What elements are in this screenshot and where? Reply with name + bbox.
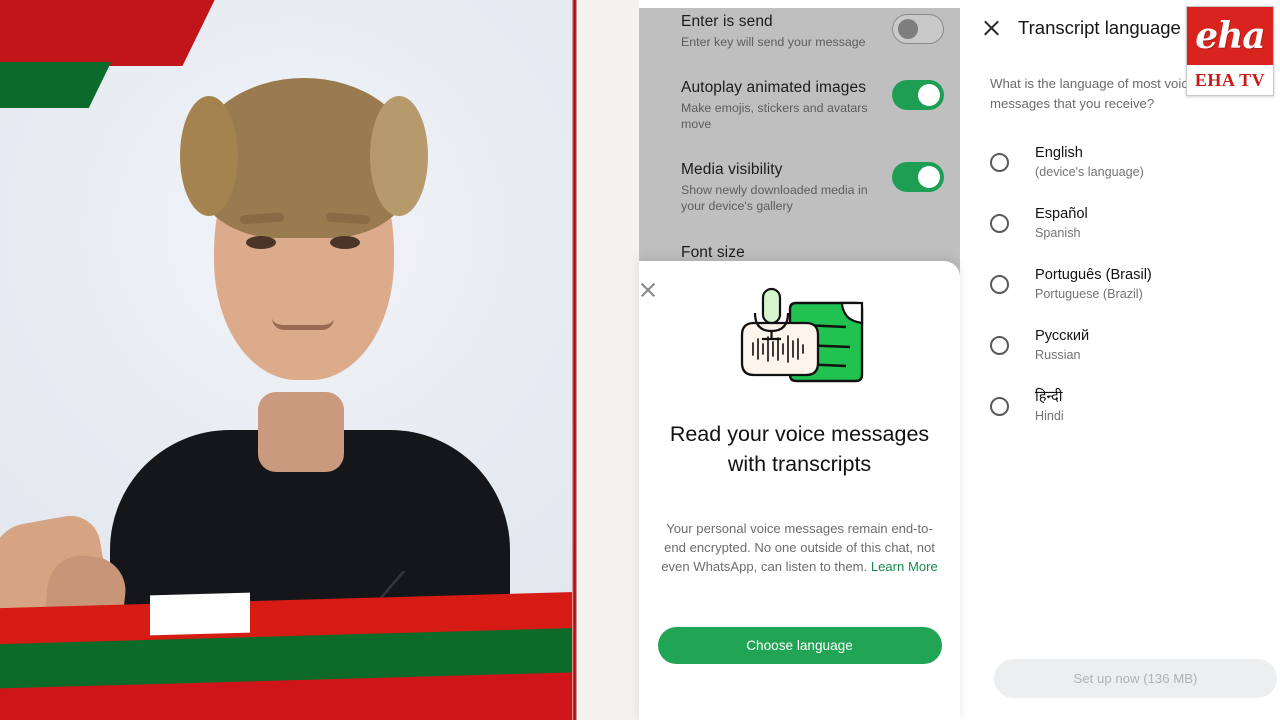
toggle-knob [898,19,918,39]
person-neck [258,392,344,472]
language-native-name: Русский [1035,328,1090,344]
radio-button[interactable] [990,214,1009,233]
news-photo: ⟋ [0,0,639,720]
person-eye-right [330,236,360,249]
set-up-now-button[interactable]: Set up now (136 MB) [994,659,1277,698]
photo-right-margin [577,0,639,720]
language-option-russian[interactable]: Русский Russian [960,315,1280,376]
learn-more-link[interactable]: Learn More [871,559,938,574]
person-eye-left [246,236,276,249]
eha-logo-word: eha [1195,15,1265,57]
language-options-list: English (device's language) Español Span… [960,132,1280,437]
close-icon[interactable] [974,11,1008,45]
language-option-english[interactable]: English (device's language) [960,132,1280,193]
toggle-enter-is-send[interactable] [892,14,944,44]
language-native-name: English [1035,145,1083,161]
language-option-portugues-brasil[interactable]: Português (Brasil) Portuguese (Brazil) [960,254,1280,315]
setting-row-media-visibility[interactable]: Media visibility Show newly downloaded m… [639,160,960,214]
transcript-promo-card: Read your voice messages with transcript… [639,261,960,720]
language-english-name: Spanish [1035,226,1081,240]
person-hair [180,78,428,238]
setting-title: Media visibility [681,161,783,178]
language-panel-title: Transcript language [1018,17,1181,38]
setting-title: Enter is send [681,13,773,30]
transcript-card-body: Your personal voice messages remain end-… [661,519,938,576]
language-english-name: Portuguese (Brazil) [1035,287,1143,301]
setting-row-font-size[interactable]: Font size [639,243,960,263]
setting-subtitle: Show newly downloaded media in your devi… [681,183,868,213]
eha-tv-watermark: eha EHA TV [1186,6,1274,96]
radio-button[interactable] [990,275,1009,294]
setting-title: Autoplay animated images [681,79,867,96]
transcript-card-title: Read your voice messages with transcript… [669,422,930,476]
setting-row-enter-is-send[interactable]: Enter is send Enter key will send your m… [639,12,960,50]
language-english-name: (device's language) [1035,165,1144,179]
language-english-name: Hindi [1035,409,1064,423]
radio-button[interactable] [990,397,1009,416]
choose-language-button[interactable]: Choose language [657,627,942,664]
language-english-name: Russian [1035,348,1081,362]
toggle-media-visibility[interactable] [892,162,944,192]
language-native-name: हिन्दी [1035,389,1063,405]
setting-subtitle: Enter key will send your message [681,35,866,49]
person-mouth [272,318,334,330]
photo-red-divider [572,0,577,720]
eha-logo-caption-box: EHA TV [1187,65,1273,95]
setting-row-autoplay-animated-images[interactable]: Autoplay animated images Make emojis, st… [639,78,960,132]
banner-bottom-white [150,592,250,636]
language-native-name: Português (Brasil) [1035,267,1152,283]
voice-message-transcript-illustration [740,287,863,383]
setting-title: Font size [681,244,745,261]
eha-logo-box: eha [1187,7,1273,65]
radio-button[interactable] [990,153,1009,172]
language-option-espanol[interactable]: Español Spanish [960,193,1280,254]
toggle-autoplay-animated-images[interactable] [892,80,944,110]
screen-root: ⟋ Enter is send Enter key will send your… [0,0,1280,720]
language-native-name: Español [1035,206,1088,222]
toggle-knob [918,84,940,106]
transcript-language-panel: Transcript language What is the language… [960,0,1280,720]
close-icon[interactable] [639,281,657,299]
setting-subtitle: Make emojis, stickers and avatars move [681,101,868,131]
toggle-knob [918,166,940,188]
language-option-hindi[interactable]: हिन्दी Hindi [960,376,1280,437]
radio-button[interactable] [990,336,1009,355]
eha-logo-caption: EHA TV [1194,69,1266,90]
